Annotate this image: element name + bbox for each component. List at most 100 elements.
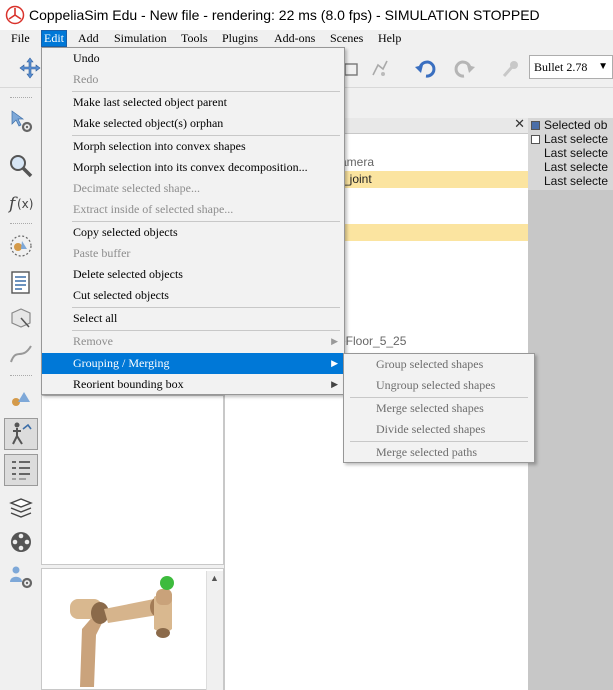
submenu-item-merge-paths[interactable]: Merge selected paths [344, 442, 534, 463]
model-shapes-icon [12, 392, 30, 406]
menu-item-copy[interactable]: Copy selected objects [42, 222, 344, 243]
grouping-merging-submenu: Group selected shapes Ungroup selected s… [343, 353, 535, 463]
toolbar-separator [10, 223, 32, 225]
chevron-down-icon: ▼ [598, 61, 608, 72]
scene-view[interactable] [528, 118, 613, 690]
menu-simulation[interactable]: Simulation [114, 30, 167, 47]
list-tree-icon [12, 461, 30, 480]
edit-menu: Undo Redo Make last selected object pare… [41, 47, 345, 395]
video-recorder-button[interactable] [4, 526, 38, 558]
submenu-item-group-shapes[interactable]: Group selected shapes [344, 354, 534, 375]
script-document-icon [11, 271, 30, 294]
wrench-icon [502, 61, 518, 77]
menu-item-redo[interactable]: Redo [42, 69, 344, 90]
physics-engine-value: Bullet 2.78 [534, 60, 588, 74]
info-line: Last selecte [544, 146, 609, 160]
model-browser-folders [41, 395, 224, 565]
simulation-settings-button[interactable] [4, 105, 38, 137]
info-line: Last selecte [544, 132, 609, 146]
model-browser-toggle[interactable] [4, 382, 38, 414]
submenu-arrow-icon: ▶ [331, 336, 338, 346]
film-reel-icon [11, 532, 31, 552]
collections-button[interactable] [4, 230, 38, 262]
submenu-item-divide-shapes[interactable]: Divide selected shapes [344, 419, 534, 440]
path-edit-icon [10, 345, 32, 363]
scene-hierarchy-toggle[interactable] [4, 418, 38, 450]
menu-addons[interactable]: Add-ons [274, 30, 315, 47]
move-arrows-icon [19, 57, 41, 79]
menu-item-undo[interactable]: Undo [42, 48, 344, 69]
menu-item-grouping-merging[interactable]: Grouping / Merging ▶ [42, 353, 344, 374]
robot-arm-icon [12, 422, 32, 445]
zoom-button[interactable] [4, 150, 38, 182]
menu-item-delete[interactable]: Delete selected objects [42, 264, 344, 285]
menu-item-extract-inside[interactable]: Extract inside of selected shape... [42, 199, 344, 220]
menu-item-decimate[interactable]: Decimate selected shape... [42, 178, 344, 199]
menu-edit[interactable]: Edit [41, 30, 67, 47]
function-icon: f (x) [8, 194, 33, 214]
cursor-gear-icon [11, 110, 33, 133]
info-line: Selected ob [544, 118, 608, 132]
title-bar: CoppeliaSim Edu - New file - rendering: … [0, 0, 613, 30]
menu-item-label: Reorient bounding box [73, 377, 184, 391]
submenu-item-merge-shapes[interactable]: Merge selected shapes [344, 398, 534, 419]
user-settings-button[interactable] [4, 561, 38, 593]
menu-file[interactable]: File [11, 30, 30, 47]
shape-edit-button[interactable] [4, 302, 38, 334]
info-toggle-icon[interactable] [531, 135, 540, 144]
menu-item-make-orphan[interactable]: Make selected object(s) orphan [42, 113, 344, 134]
submenu-item-ungroup-shapes[interactable]: Ungroup selected shapes [344, 375, 534, 396]
path-edit-button[interactable] [4, 338, 38, 370]
menu-item-reorient-bbox[interactable]: Reorient bounding box ▶ [42, 374, 344, 395]
window-title: CoppeliaSim Edu - New file - rendering: … [29, 7, 540, 23]
info-line: Last selecte [544, 174, 609, 188]
menu-item-label: Grouping / Merging [73, 356, 170, 370]
magnifier-icon [10, 155, 33, 178]
object-rotate-button[interactable] [366, 54, 394, 82]
user-gear-icon [10, 566, 33, 589]
model-thumbnail-scrollbar[interactable]: ▲ [206, 571, 223, 690]
scroll-up-icon[interactable]: ▲ [210, 573, 219, 583]
menu-scenes[interactable]: Scenes [330, 30, 363, 47]
menu-plugins[interactable]: Plugins [222, 30, 258, 47]
menu-bar: File Edit Add Simulation Tools Plugins A… [0, 30, 613, 47]
menu-item-make-parent[interactable]: Make last selected object parent [42, 92, 344, 113]
menu-item-morph-decomposition[interactable]: Morph selection into its convex decompos… [42, 157, 344, 178]
menu-add[interactable]: Add [78, 30, 99, 47]
coppeliasim-logo-icon [5, 5, 25, 25]
shapes-collection-icon [10, 235, 32, 257]
camera-pan-button[interactable] [16, 54, 44, 82]
menu-item-label: Remove [73, 334, 113, 348]
close-icon[interactable]: ✕ [514, 117, 525, 132]
toolbar-separator [10, 375, 32, 377]
info-text-overlay: Selected ob Last selecte Last selecte La… [528, 118, 613, 190]
menu-item-remove[interactable]: Remove ▶ [42, 331, 344, 352]
undo-icon [415, 60, 436, 78]
scripts-button[interactable] [4, 267, 38, 299]
model-thumbnail[interactable] [41, 568, 224, 690]
menu-help[interactable]: Help [378, 30, 401, 47]
menu-item-paste[interactable]: Paste buffer [42, 243, 344, 264]
physics-engine-button[interactable] [497, 54, 525, 82]
robot-arm-thumbnail [70, 576, 174, 687]
object-list-toggle[interactable] [4, 454, 38, 486]
left-toolbar: f (x) [0, 89, 41, 690]
toolbar-separator [10, 97, 32, 99]
menu-item-morph-convex[interactable]: Morph selection into convex shapes [42, 136, 344, 157]
submenu-arrow-icon: ▶ [331, 379, 338, 389]
layers-button[interactable] [4, 491, 38, 523]
redo-button[interactable] [450, 54, 478, 82]
physics-engine-select[interactable]: Bullet 2.78 ▼ [529, 55, 613, 79]
menu-tools[interactable]: Tools [181, 30, 208, 47]
menu-item-select-all[interactable]: Select all [42, 308, 344, 329]
calculation-modules-button[interactable]: f (x) [4, 186, 38, 218]
redo-icon [454, 60, 475, 78]
object-rotate-icon [372, 60, 388, 76]
layers-icon [9, 498, 33, 518]
undo-button[interactable] [412, 54, 440, 82]
submenu-arrow-icon: ▶ [331, 358, 338, 368]
info-line: Last selecte [544, 160, 609, 174]
cube-edit-icon [11, 308, 31, 328]
menu-item-cut[interactable]: Cut selected objects [42, 285, 344, 306]
info-toggle-icon[interactable] [531, 121, 540, 130]
